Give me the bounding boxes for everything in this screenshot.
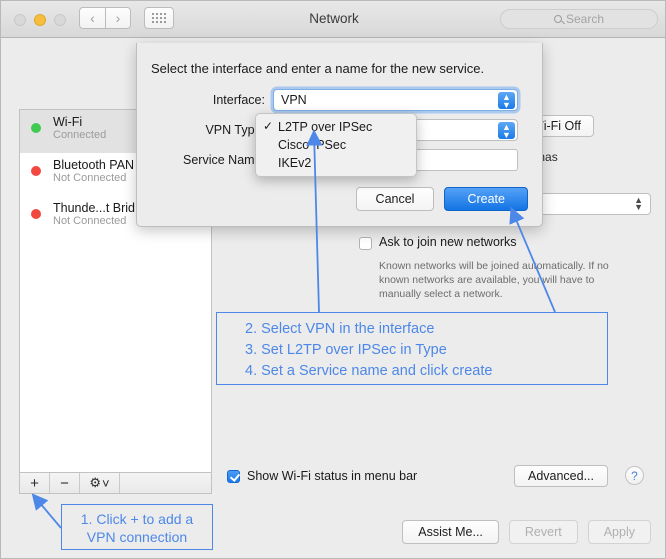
network-preferences-window: ‹ › Network Search Wi-Fi Connected Bluet… (0, 0, 666, 559)
ask-to-join-label: Ask to join new networks (379, 235, 517, 249)
service-actions-menu-button[interactable]: ⚙ ˅ (80, 473, 120, 493)
interface-selected-value: VPN (281, 93, 307, 107)
gear-icon: ⚙ (89, 475, 102, 490)
menu-item-ikev2[interactable]: IKEv2 (256, 154, 416, 172)
checkmark-icon: ✓ (263, 119, 274, 133)
status-dot-icon (31, 209, 41, 219)
assist-me-button[interactable]: Assist Me... (402, 520, 499, 544)
remove-service-button[interactable]: − (50, 473, 80, 493)
menu-item-cisco-ipsec[interactable]: Cisco IPSec (256, 136, 416, 154)
search-placeholder: Search (565, 12, 605, 26)
interface-select[interactable]: VPN ▲ ▼ (273, 89, 518, 111)
ask-to-join-description: Known networks will be joined automatica… (379, 260, 609, 300)
status-dot-icon (31, 166, 41, 176)
stepper-arrows-icon: ▲ ▼ (498, 92, 515, 110)
annotation-step-2: 2. Select VPN in the interface (245, 321, 435, 337)
menu-item-label: IKEv2 (278, 156, 312, 170)
interface-row: Interface: VPN ▲ ▼ (137, 89, 542, 111)
menu-item-label: Cisco IPSec (278, 138, 347, 152)
toolbar-filler (120, 473, 211, 493)
menu-item-l2tp-over-ipsec[interactable]: ✓ L2TP over IPSec (256, 118, 416, 136)
dialog-headline: Select the interface and enter a name fo… (151, 61, 485, 76)
vpn-type-dropdown-menu[interactable]: ✓ L2TP over IPSec Cisco IPSec IKEv2 (255, 113, 417, 177)
annotation-steps-box: 2. Select VPN in the interface 3. Set L2… (216, 312, 608, 385)
services-list-toolbar: + − ⚙ ˅ (19, 472, 212, 494)
annotation-step-1-line2: VPN connection (86, 529, 188, 545)
show-wifi-status-label: Show Wi-Fi status in menu bar (247, 468, 418, 483)
annotation-step-3: 3. Set L2TP over IPSec in Type (245, 342, 447, 358)
stepper-arrows-icon: ▲ ▼ (634, 195, 643, 212)
search-icon (553, 15, 562, 23)
create-button[interactable]: Create (444, 187, 528, 211)
annotation-click-plus-box: 1. Click + to add a VPN connection (61, 504, 213, 550)
show-wifi-status-checkbox[interactable] (227, 470, 240, 483)
dialog-buttons: Cancel Create (355, 187, 528, 211)
service-name-label: Service Name: (183, 153, 265, 167)
window-titlebar: ‹ › Network Search (1, 1, 665, 38)
annotation-step-4: 4. Set a Service name and click create (245, 363, 493, 379)
annotation-step-1-line1: 1. Click + to add a (80, 511, 194, 527)
ask-to-join-row[interactable]: Ask to join new networks (359, 235, 517, 250)
chevron-down-icon: ˅ (102, 475, 110, 491)
revert-button: Revert (508, 520, 578, 544)
stepper-arrows-icon: ▲ ▼ (498, 122, 515, 140)
pane-bottom-bar: Show Wi-Fi status in menu bar Advanced..… (221, 463, 651, 491)
apply-button: Apply (587, 520, 651, 544)
help-button[interactable]: ? (625, 466, 644, 485)
status-dot-icon (31, 123, 41, 133)
cancel-button[interactable]: Cancel (355, 187, 435, 211)
add-service-button[interactable]: + (20, 473, 50, 493)
advanced-button[interactable]: Advanced... (513, 465, 608, 487)
search-input[interactable]: Search (500, 9, 658, 29)
window-footer-buttons: Assist Me... Revert Apply (402, 520, 651, 544)
show-wifi-status-row[interactable]: Show Wi-Fi status in menu bar (227, 468, 417, 483)
ask-to-join-checkbox[interactable] (359, 237, 372, 250)
interface-label: Interface: (212, 93, 265, 107)
menu-item-label: L2TP over IPSec (278, 120, 373, 134)
vpn-type-label: VPN Type: (205, 123, 265, 137)
